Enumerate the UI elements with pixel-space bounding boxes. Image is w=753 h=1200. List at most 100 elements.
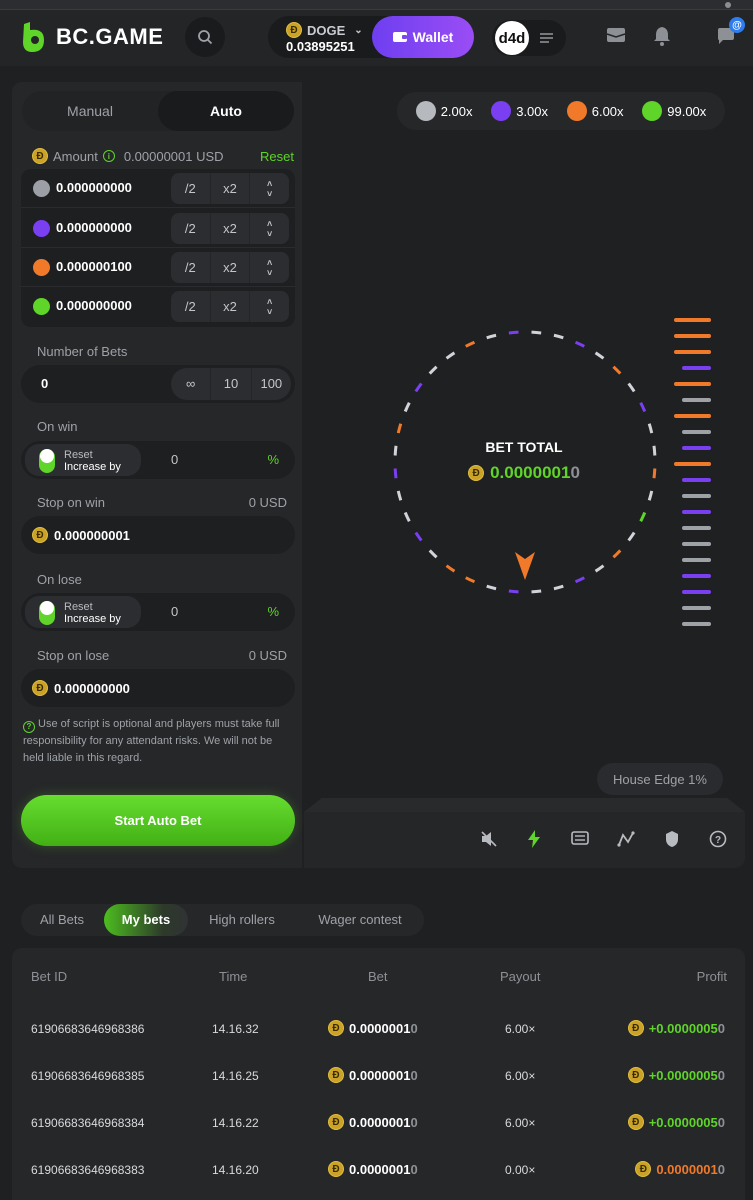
bet-amounts: 0.000000000 /2 x2 ˄ ˅ 0.000000000 /2 x2 ˄… xyxy=(21,169,295,327)
on-lose-toggle[interactable]: Reset Increase by xyxy=(25,596,141,628)
wheel-segment xyxy=(396,490,403,501)
doge-coin-icon: Đ xyxy=(286,22,302,38)
table-row[interactable]: 61906683646968385 14.16.25 Đ 0.00000010 6… xyxy=(12,1054,745,1101)
amount-controls: /2 x2 ˄ ˅ xyxy=(171,173,289,204)
percent-sign: % xyxy=(267,604,279,619)
bet-time: 14.16.32 xyxy=(212,1022,259,1036)
on-win-toggle[interactable]: Reset Increase by xyxy=(25,444,141,476)
amount-row-grey: 0.000000000 /2 x2 ˄ ˅ xyxy=(21,169,295,208)
chart-line-icon[interactable] xyxy=(617,830,635,848)
keyboard-icon[interactable] xyxy=(571,830,589,846)
fairness-icon[interactable] xyxy=(664,830,680,848)
tab-my-bets[interactable]: My bets xyxy=(104,904,188,936)
stop-on-win-field: Đ 0.000000001 xyxy=(21,516,295,554)
bet-id[interactable]: 61906683646968384 xyxy=(31,1116,144,1130)
bet-amount-tail: 0 xyxy=(410,1161,418,1177)
number-of-bets-input[interactable]: 0 xyxy=(41,376,48,391)
doge-coin-icon: Đ xyxy=(328,1020,344,1036)
wheel-segment xyxy=(393,468,398,479)
doge-coin-icon: Đ xyxy=(32,680,48,696)
wheel-segment xyxy=(574,576,585,584)
half-button[interactable]: /2 xyxy=(171,173,211,204)
bell-icon[interactable] xyxy=(653,26,671,46)
payout: 6.00× xyxy=(505,1116,536,1130)
table-row[interactable]: 61906683646968384 14.16.22 Đ 0.00000010 6… xyxy=(12,1101,745,1148)
half-button[interactable]: /2 xyxy=(171,252,211,283)
stop-on-win-input[interactable]: 0.000000001 xyxy=(54,528,130,543)
chevron-up-icon: ˄ xyxy=(267,296,273,307)
double-button[interactable]: x2 xyxy=(211,173,251,204)
amount-row-purple: 0.000000000 /2 x2 ˄ ˅ xyxy=(21,209,295,248)
amount-input[interactable]: 0.000000000 xyxy=(56,298,132,313)
wheel-segment xyxy=(639,511,647,522)
bet-id[interactable]: 61906683646968383 xyxy=(31,1163,144,1177)
search-button[interactable] xyxy=(185,17,225,57)
doge-coin-icon: Đ xyxy=(468,465,485,481)
legend-label: 99.00x xyxy=(667,103,707,119)
half-button[interactable]: /2 xyxy=(171,213,211,244)
infinite-bets-button[interactable]: ∞ xyxy=(171,368,212,400)
wheel-pointer-icon xyxy=(515,552,535,580)
amount-input[interactable]: 0.000000000 xyxy=(56,180,132,195)
tab-auto[interactable]: Auto xyxy=(158,91,294,131)
tab-wager-contest[interactable]: Wager contest xyxy=(297,904,423,936)
brand-logo[interactable]: BC.GAME xyxy=(20,20,163,54)
top-header: BC.GAME Đ DOGE ⌄ 0.03895251 Wallet d4d @ xyxy=(0,10,753,66)
help-icon[interactable]: ? xyxy=(709,830,727,848)
profit-tail: 0 xyxy=(717,1161,725,1177)
reset-amounts-link[interactable]: Reset xyxy=(260,149,294,164)
wheel-segment xyxy=(403,402,411,413)
sound-off-icon[interactable] xyxy=(480,830,498,848)
amount-stepper[interactable]: ˄ ˅ xyxy=(250,291,289,322)
amount-stepper[interactable]: ˄ ˅ xyxy=(250,213,289,244)
ten-bets-button[interactable]: 10 xyxy=(211,368,252,400)
wheel-segment xyxy=(531,330,542,335)
hundred-bets-button[interactable]: 100 xyxy=(252,368,291,400)
wheel-segment xyxy=(647,490,654,501)
start-auto-bet-button[interactable]: Start Auto Bet xyxy=(21,795,295,846)
stop-on-lose-input[interactable]: 0.000000000 xyxy=(54,681,130,696)
wallet-button[interactable]: Wallet xyxy=(372,16,474,58)
on-win-input[interactable]: 0 xyxy=(171,452,178,467)
brand-name: BC.GAME xyxy=(56,24,164,49)
bet-amount-tail: 0 xyxy=(410,1114,418,1130)
amount-input[interactable]: 0.000000100 xyxy=(56,259,132,274)
double-button[interactable]: x2 xyxy=(211,252,251,283)
doge-coin-icon: Đ xyxy=(328,1114,344,1130)
wheel-segment xyxy=(428,549,438,559)
bet-time: 14.16.25 xyxy=(212,1069,259,1083)
chevron-up-icon: ˄ xyxy=(267,178,273,189)
half-button[interactable]: /2 xyxy=(171,291,211,322)
wheel-segment xyxy=(508,589,519,594)
table-row[interactable]: 61906683646968383 14.16.20 Đ 0.00000010 0… xyxy=(12,1148,745,1195)
stop-on-win-usd: 0 USD xyxy=(248,495,287,510)
bet-id[interactable]: 61906683646968386 xyxy=(31,1022,144,1036)
wheel-segment xyxy=(445,564,456,573)
amount-stepper[interactable]: ˄ ˅ xyxy=(250,173,289,204)
profit: +0.0000005 xyxy=(648,1067,718,1083)
wheel-segment xyxy=(486,333,497,340)
tab-all-bets[interactable]: All Bets xyxy=(21,904,103,936)
avatar: d4d xyxy=(495,21,529,55)
toggle-knob xyxy=(40,601,54,615)
tab-manual[interactable]: Manual xyxy=(22,91,158,131)
double-button[interactable]: x2 xyxy=(211,291,251,322)
stop-on-win-label: Stop on win xyxy=(37,495,105,510)
amount-input[interactable]: 0.000000000 xyxy=(56,220,132,235)
orange-dot-icon xyxy=(566,101,587,121)
bet-time: 14.16.22 xyxy=(212,1116,259,1130)
user-menu[interactable]: d4d xyxy=(492,20,566,56)
house-edge-badge[interactable]: House Edge 1% xyxy=(597,763,723,795)
double-button[interactable]: x2 xyxy=(211,213,251,244)
mail-icon[interactable] xyxy=(606,26,626,44)
profit: 0.0000001 xyxy=(656,1161,718,1177)
tab-high-rollers[interactable]: High rollers xyxy=(191,904,293,936)
on-lose-input[interactable]: 0 xyxy=(171,604,178,619)
table-row[interactable]: 61906683646968386 14.16.32 Đ 0.00000010 6… xyxy=(12,1007,745,1054)
lightning-icon[interactable] xyxy=(526,830,542,848)
amount-stepper[interactable]: ˄ ˅ xyxy=(250,252,289,283)
toggle-reset-label: Reset xyxy=(64,601,93,613)
info-icon[interactable]: i xyxy=(102,150,115,162)
legend-item-99x: 99.00x xyxy=(642,101,706,121)
bet-id[interactable]: 61906683646968385 xyxy=(31,1069,144,1083)
